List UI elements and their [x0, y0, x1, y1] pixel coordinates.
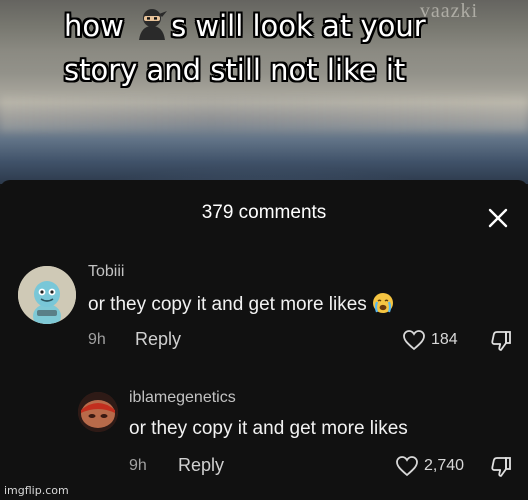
caption-text-after-icon: s will look at your [171, 9, 426, 43]
like-count: 184 [431, 331, 458, 348]
crying-face-emoji-icon [373, 293, 394, 313]
dislike-icon[interactable] [489, 329, 513, 353]
reply-button[interactable]: Reply [135, 329, 181, 350]
imgflip-watermark: imgflip.com [4, 484, 69, 497]
meme-caption: how s will look at your story and still … [64, 4, 484, 92]
character-avatar-icon [18, 266, 76, 324]
caption-text-before-icon: how [64, 9, 134, 43]
comment-text: or they copy it and get more likes [129, 418, 408, 439]
commenter-avatar[interactable] [18, 266, 76, 324]
dislike-icon[interactable] [489, 455, 513, 479]
ninja-emoji-icon [139, 9, 168, 40]
comment-timestamp: 9h [129, 457, 147, 474]
heart-icon[interactable] [402, 329, 426, 351]
comments-count-title: 379 comments [201, 202, 327, 223]
commenter-avatar[interactable] [78, 392, 118, 432]
like-count: 2,740 [424, 457, 465, 474]
comment-username[interactable]: iblamegenetics [129, 389, 236, 407]
sky-light-band [0, 96, 528, 132]
close-icon[interactable] [484, 204, 512, 232]
comment-username[interactable]: Tobiii [88, 263, 124, 281]
comment-text: or they copy it and get more likes [88, 292, 394, 316]
caption-line-2: story and still not like it [64, 53, 406, 87]
meme-header-background: vaazki how s will look at your story and… [0, 0, 528, 184]
reply-button[interactable]: Reply [178, 455, 224, 476]
caption-line-1: how s will look at your [64, 4, 484, 48]
comment-timestamp: 9h [88, 331, 106, 348]
heart-icon[interactable] [395, 455, 419, 477]
comment-text-body: or they copy it and get more likes [88, 294, 373, 315]
character-avatar-icon [78, 392, 118, 432]
